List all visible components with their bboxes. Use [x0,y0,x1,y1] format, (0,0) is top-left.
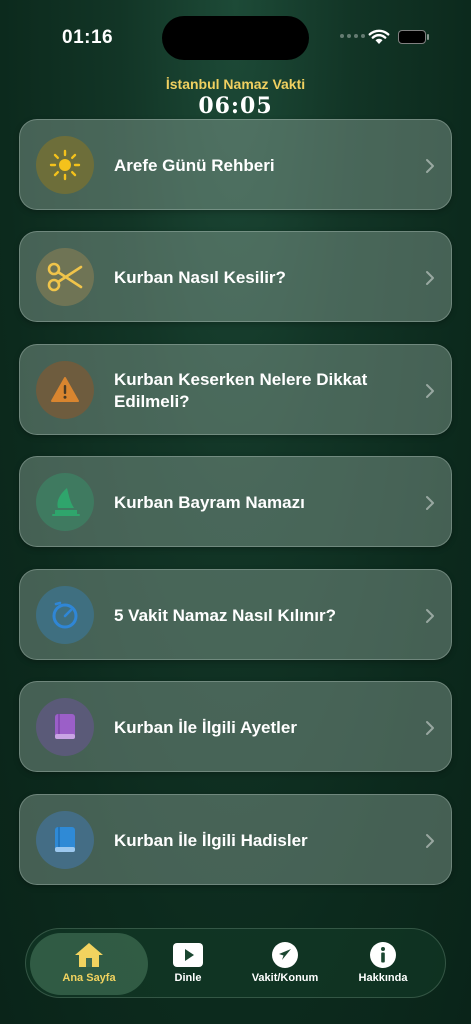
home-icon [75,943,103,967]
tab-dinle[interactable]: Dinle [138,933,238,995]
menu-item-5-vakit-namaz[interactable]: 5 Vakit Namaz Nasıl Kılınır? [19,569,452,660]
icon-circle [36,698,94,756]
book-icon [55,714,75,739]
location-arrow-icon [272,942,298,968]
battery-icon [398,30,426,44]
tab-label: Dinle [174,972,202,984]
chevron-right-icon [426,384,434,398]
mosque-icon [52,488,80,516]
tab-label: Ana Sayfa [62,972,116,984]
chevron-right-icon [426,609,434,623]
chevron-right-icon [426,271,434,285]
wifi-icon [368,29,390,44]
warning-icon [51,377,79,402]
prayer-city-title: İstanbul Namaz Vakti [165,76,306,92]
prayer-countdown: 06:05 [198,93,273,119]
menu-item-label: Kurban Nasıl Kesilir? [114,267,286,287]
menu-item-kurban-hadisler[interactable]: Kurban İle İlgili Hadisler [19,794,452,885]
scissors-icon [47,262,83,292]
icon-circle [36,586,94,644]
sun-icon [49,149,81,181]
book-icon [55,827,75,852]
tab-ana-sayfa[interactable]: Ana Sayfa [30,933,148,995]
dynamic-island [162,16,309,60]
icon-circle [36,811,94,869]
chevron-right-icon [426,834,434,848]
menu-item-label: Arefe Günü Rehberi [114,155,275,175]
battery-nub [427,34,429,40]
icon-circle [36,136,94,194]
menu-item-kurban-ayetler[interactable]: Kurban İle İlgili Ayetler [19,681,452,772]
status-bar: 01:16 [0,0,471,70]
menu-item-kurban-nasil-kesilir[interactable]: Kurban Nasıl Kesilir? [19,231,452,322]
icon-circle [36,248,94,306]
chevron-right-icon [426,496,434,510]
menu-item-label: Kurban İle İlgili Hadisler [114,830,308,850]
chevron-right-icon [426,721,434,735]
tab-vakit-konum[interactable]: Vakit/Konum [235,933,335,995]
tab-label: Vakit/Konum [251,972,319,984]
play-icon [173,943,203,967]
menu-item-kurban-bayram-namazi[interactable]: Kurban Bayram Namazı [19,456,452,547]
cellular-signal-icon [340,34,365,38]
status-time: 01:16 [62,27,114,48]
menu-item-label: Kurban Bayram Namazı [114,492,305,512]
tab-bar: Ana Sayfa Dinle Vakit/Konum Hakkında [25,928,446,998]
tab-hakkinda[interactable]: Hakkında [333,933,433,995]
prayer-header: İstanbul Namaz Vakti 06:05 [0,76,471,119]
menu-item-kurban-keserken-dikkat[interactable]: Kurban Keserken Nelere Dikkat Edilmeli? [19,344,452,435]
tab-label: Hakkında [358,972,408,984]
menu-item-label: Kurban Keserken Nelere Dikkat Edilmeli? [114,369,368,411]
icon-circle [36,473,94,531]
timer-icon [52,601,78,629]
menu-item-arefe-gunu-rehberi[interactable]: Arefe Günü Rehberi [19,119,452,210]
icon-circle [36,361,94,419]
info-icon [370,942,396,968]
menu-item-label: 5 Vakit Namaz Nasıl Kılınır? [114,605,337,625]
chevron-right-icon [426,159,434,173]
menu-item-label: Kurban İle İlgili Ayetler [114,717,297,737]
